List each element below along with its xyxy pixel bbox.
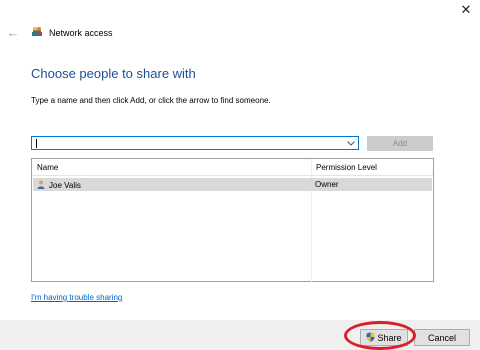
dropdown-arrow-icon[interactable] (344, 137, 358, 149)
window-title: Network access (49, 28, 113, 38)
shield-icon (366, 331, 375, 344)
text-caret (36, 139, 37, 148)
title-bar: Network access (31, 25, 113, 41)
name-input[interactable] (32, 137, 344, 149)
column-header-permission[interactable]: Permission Level (316, 163, 377, 172)
button-bar (0, 320, 480, 350)
trouble-sharing-link[interactable]: I'm having trouble sharing (31, 293, 122, 302)
network-access-dialog: ✕ ← Network access Choose people to shar… (0, 0, 480, 350)
people-list[interactable]: Name Permission Level Joe Valis Owner (31, 158, 434, 282)
permission-level[interactable]: Owner (315, 180, 339, 189)
list-item[interactable]: Joe Valis Owner (33, 178, 432, 191)
list-header: Name Permission Level (32, 159, 433, 176)
page-heading: Choose people to share with (31, 66, 196, 81)
user-name: Joe Valis (49, 181, 81, 190)
user-icon (37, 180, 45, 191)
share-label: Share (377, 332, 402, 343)
share-button[interactable]: Share (360, 329, 408, 346)
back-button[interactable]: ← (6, 24, 20, 40)
close-icon: ✕ (460, 2, 472, 17)
name-combo-box[interactable] (31, 136, 359, 150)
cancel-button[interactable]: Cancel (414, 329, 470, 346)
network-users-icon (31, 24, 43, 42)
back-arrow-icon: ← (6, 24, 20, 40)
close-button[interactable]: ✕ (452, 0, 480, 20)
add-button[interactable]: Add (367, 136, 433, 151)
instruction-text: Type a name and then click Add, or click… (31, 96, 271, 105)
column-header-name[interactable]: Name (37, 163, 58, 172)
list-item-name-cell: Joe Valis (37, 180, 81, 191)
